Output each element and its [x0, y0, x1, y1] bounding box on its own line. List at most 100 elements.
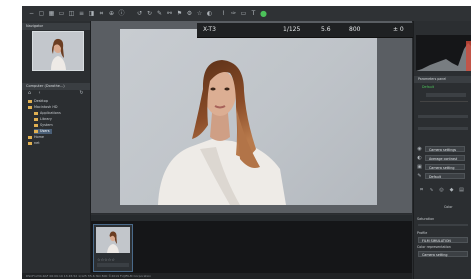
- profile-label: Profile: [417, 231, 428, 235]
- home-icon[interactable]: ⌂: [26, 90, 33, 97]
- dropdown-value: Camera setting: [429, 166, 455, 170]
- tone-curve-icon[interactable]: ∿: [428, 187, 435, 194]
- folder-icon: [34, 117, 38, 121]
- thumbnail-rating-icon[interactable]: ☆☆☆☆☆: [97, 257, 115, 262]
- left-panel: Navigator Computer (Dorothe...) ⌂ ‹ ↻ De…: [22, 21, 91, 273]
- tree-item-applications[interactable]: Applications: [34, 111, 61, 116]
- navigator-title: Navigator: [26, 24, 44, 28]
- dropdown-value: Default: [429, 175, 442, 179]
- slider-track[interactable]: [426, 93, 466, 97]
- tree-item-label: Applications: [40, 111, 61, 115]
- info-icon[interactable]: ⓘ: [118, 10, 125, 17]
- tree-item-label: Macintosh HD: [34, 105, 58, 109]
- camera-setting-dropdown[interactable]: Camera setting: [425, 164, 465, 170]
- parameters-title: Parameters panel: [418, 77, 447, 81]
- text-icon[interactable]: T: [250, 10, 257, 17]
- tree-item-macintosh-hd[interactable]: Macintosh HD: [28, 105, 58, 110]
- thumbnail-preview: [96, 227, 130, 253]
- exposure-comp: ± 0: [393, 26, 404, 33]
- tree-item-label: Home: [34, 135, 45, 139]
- browser-header[interactable]: Computer (Dorothe...): [22, 83, 90, 90]
- color-label-icon[interactable]: ◐: [206, 10, 213, 17]
- navigator-thumbnail[interactable]: [32, 31, 84, 71]
- camera-icon: ◉: [417, 146, 422, 152]
- tree-item-label: Desktop: [34, 99, 48, 103]
- thumbnail-caption: [97, 263, 129, 267]
- single-view-icon[interactable]: ▭: [58, 10, 65, 17]
- settings-icon[interactable]: ⚙: [186, 10, 193, 17]
- portrait-photo: [120, 29, 377, 205]
- list-icon[interactable]: ≡: [78, 10, 85, 17]
- tree-item-system[interactable]: System: [34, 123, 53, 128]
- flag-icon[interactable]: ⚑: [176, 10, 183, 17]
- back-icon[interactable]: ‹: [36, 90, 43, 97]
- layout-icon[interactable]: ◨: [88, 10, 95, 17]
- default-dropdown[interactable]: Default: [425, 173, 465, 179]
- app-window: − ▢ ▦ ▭ ◫ ≡ ◨ ⌗ ⊕ ⓘ ↺ ↻ ✎ ⚯ ⚑ ⚙ ☆ ◐ ⌇ ✑ …: [22, 6, 471, 279]
- rotate-left-icon[interactable]: ↺: [136, 10, 143, 17]
- refresh-icon[interactable]: ↻: [78, 90, 85, 97]
- tree-item-label: System: [40, 123, 53, 127]
- tree-item-users[interactable]: Users: [34, 129, 52, 134]
- filmstrip-header: [91, 215, 412, 221]
- camera-settings-dropdown[interactable]: Camera settings: [425, 146, 465, 152]
- saturation-slider[interactable]: [418, 224, 468, 226]
- filmstrip-thumbnail[interactable]: ☆☆☆☆☆: [93, 224, 133, 272]
- histogram: [416, 35, 471, 71]
- tree-item-desktop[interactable]: Desktop: [28, 99, 48, 104]
- folder-icon: [34, 123, 38, 127]
- top-toolbar: − ▢ ▦ ▭ ◫ ≡ ◨ ⌗ ⊕ ⓘ ↺ ↻ ✎ ⚯ ⚑ ⚙ ☆ ◐ ⌇ ✑ …: [22, 6, 471, 22]
- filmstrip-thumbnail-image: [96, 227, 130, 253]
- histogram-graph: [416, 41, 471, 71]
- folder-icon: [28, 141, 32, 145]
- color-representation-label: Color representation: [417, 245, 451, 249]
- wb-slider[interactable]: [418, 127, 468, 130]
- link-icon[interactable]: ⚯: [166, 10, 173, 17]
- saturation-label: Saturation: [417, 217, 435, 221]
- image-viewer[interactable]: [91, 21, 412, 213]
- minimize-icon[interactable]: −: [28, 10, 35, 17]
- rotate-right-icon[interactable]: ↻: [146, 10, 153, 17]
- browser-title: Computer (Dorothe...): [26, 84, 65, 88]
- film-simulation-dropdown[interactable]: FILM SIMULATION: [418, 237, 468, 243]
- pencil-icon[interactable]: ✎: [156, 10, 163, 17]
- tree-item-library[interactable]: Library: [34, 117, 52, 122]
- brush-icon[interactable]: ⌇: [220, 10, 227, 17]
- default-label: Default: [422, 85, 435, 89]
- lens-icon[interactable]: ◎: [438, 187, 445, 194]
- tree-item-net[interactable]: net: [28, 141, 40, 146]
- crop-tool-icon[interactable]: ⌗: [418, 187, 425, 194]
- folder-icon: [28, 99, 32, 103]
- noise-icon[interactable]: ▤: [458, 187, 465, 194]
- color-representation-dropdown[interactable]: Camera setting: [418, 251, 468, 257]
- divider: [420, 101, 468, 102]
- portrait-image: [158, 60, 286, 205]
- brush-icon: ✎: [417, 173, 422, 179]
- status-dot-icon: ●: [260, 9, 267, 18]
- dropdown-value: Camera settings: [429, 148, 457, 152]
- tree-item-label: net: [34, 141, 40, 145]
- rectangle-icon[interactable]: ▭: [240, 10, 247, 17]
- folder-icon: [28, 135, 32, 139]
- sharpen-icon[interactable]: ◆: [448, 187, 455, 194]
- folder-icon: [28, 105, 32, 109]
- camera-model: X-T3: [203, 26, 216, 33]
- star-icon[interactable]: ☆: [196, 10, 203, 17]
- folder-icon: [34, 129, 38, 133]
- exposure-slider[interactable]: [418, 115, 468, 118]
- dropdown-value: FILM SIMULATION: [422, 239, 451, 243]
- fit-icon[interactable]: ▢: [38, 10, 45, 17]
- crop-icon[interactable]: ⌗: [98, 10, 105, 17]
- aperture: 5.6: [321, 26, 331, 33]
- tree-item-home[interactable]: Home: [28, 135, 44, 140]
- parameters-header[interactable]: Parameters panel: [414, 76, 471, 83]
- zoom-icon[interactable]: ⊕: [108, 10, 115, 17]
- compare-icon[interactable]: ◫: [68, 10, 75, 17]
- navigator-header[interactable]: Navigator: [22, 23, 90, 30]
- navigator-preview-image: [33, 32, 83, 70]
- contrast-dropdown[interactable]: Average contrast: [425, 155, 465, 161]
- grid-icon[interactable]: ▦: [48, 10, 55, 17]
- status-bar: DSCF1234.RAF 06:09:19 13:45:52 1/125 f/5…: [22, 273, 412, 279]
- eyedropper-icon[interactable]: ✑: [230, 10, 237, 17]
- shutter-speed: 1/125: [283, 26, 301, 33]
